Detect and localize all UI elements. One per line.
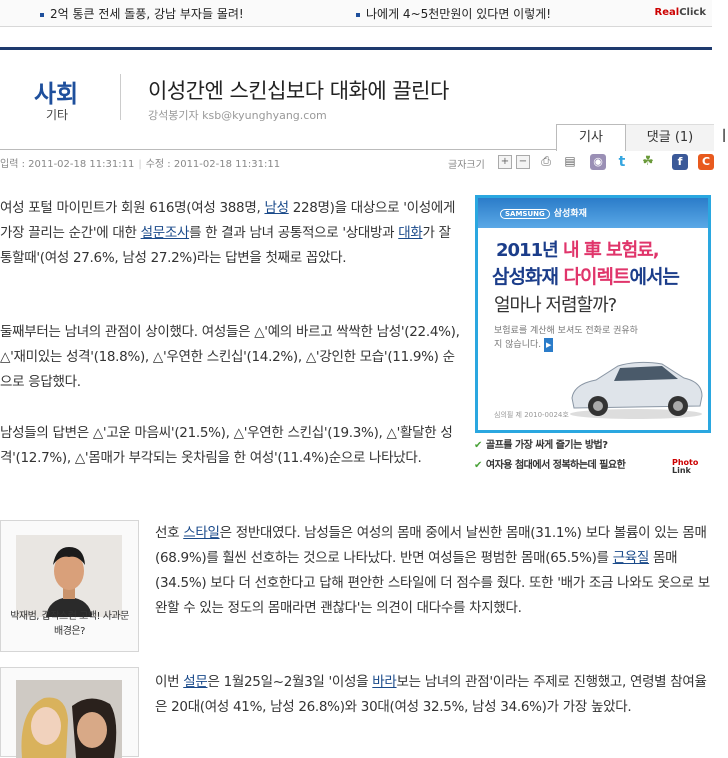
related-photo-2[interactable] xyxy=(0,667,139,758)
keyword-link-conversation[interactable]: 대화 xyxy=(398,225,423,241)
top-ad-link-2[interactable]: 나에게 4~5천만원이 있다면 이렇게! xyxy=(356,5,551,22)
twitter-icon[interactable]: t xyxy=(614,154,630,170)
yozm-icon[interactable]: ☘ xyxy=(640,154,656,170)
facebook-icon[interactable]: f xyxy=(672,154,688,170)
print-icon[interactable]: ⎙ xyxy=(540,155,552,167)
top-ad-strip: 2억 통큰 전세 돌풍, 강남 부자들 몰려! 나에게 4~5천만원이 있다면 … xyxy=(0,0,712,27)
byline: 강석봉기자 ksb@kyunghyang.com xyxy=(148,109,327,122)
section-subtitle[interactable]: 기타 xyxy=(46,106,68,123)
keyword-link-poll[interactable]: 설문 xyxy=(183,674,208,690)
ad-text-links: ✔ 골프를 가장 싸게 즐기는 방법? ✔ 여자용 첨대에서 정복하는데 필요한 xyxy=(474,439,626,479)
ad-link-golf[interactable]: ✔ 골프를 가장 싸게 즐기는 방법? xyxy=(474,439,625,459)
keyword-link-survey[interactable]: 설문조사 xyxy=(141,225,190,241)
realclick-logo[interactable]: RealClick xyxy=(655,7,706,18)
font-decrease-icon[interactable]: − xyxy=(516,155,530,169)
bullet-icon xyxy=(40,12,44,17)
keyword-link-muscle[interactable]: 근육질 xyxy=(613,550,650,566)
photo-caption[interactable]: 박재범, 갑작스런 고백! 사과문 배경은? xyxy=(5,609,134,639)
input-date: 입력 : 2011-02-18 11:31:11 xyxy=(0,159,135,170)
header-rule xyxy=(0,47,712,50)
arrow-icon: ▶ xyxy=(544,338,554,352)
keyword-link-look[interactable]: 바라 xyxy=(372,674,397,690)
header-divider xyxy=(120,74,121,120)
samsung-insurance-ad[interactable]: SAMSUNG 삼성화재 2011년 내 車 보험료, 삼성화재 다이렉트에서는 … xyxy=(475,195,711,433)
bullet-icon xyxy=(356,12,360,17)
paragraph-5: 이번 설문은 1월25일~2월3일 '이성을 바라보는 남녀의 관점'이라는 주… xyxy=(155,674,707,715)
tab-comments[interactable]: 댓글 (1) xyxy=(626,124,714,151)
paragraph-2: 둘째부터는 남녀의 관점이 상이했다. 여성들은 △'예의 바르고 싹싹한 남성… xyxy=(0,324,460,390)
section-title[interactable]: 사회 xyxy=(34,74,78,109)
paragraph-3: 남성들의 답변은 △'고운 마음씨'(21.5%), △'우연한 스킨십'(19… xyxy=(0,425,453,466)
tab-article[interactable]: 기사 xyxy=(556,124,626,151)
samsung-logo: SAMSUNG 삼성화재 xyxy=(500,206,591,219)
keyword-link-male[interactable]: 남성 xyxy=(264,200,289,216)
related-photo-1[interactable]: 박재범, 갑작스런 고백! 사과문 배경은? xyxy=(0,520,139,652)
check-icon: ✔ xyxy=(474,460,482,471)
text-cursor-icon: ꟾ xyxy=(722,130,727,146)
photo-thumbnail xyxy=(16,680,122,758)
keyword-link-style[interactable]: 스타일 xyxy=(183,525,220,541)
font-increase-icon[interactable]: + xyxy=(498,155,512,169)
car-image xyxy=(570,361,703,419)
check-icon: ✔ xyxy=(474,440,482,451)
paragraph-4: 선호 스타일은 정반대였다. 남성들은 여성의 몸매 중에서 날씬한 몸매(31… xyxy=(155,525,710,616)
cyworld-icon[interactable]: C xyxy=(698,154,714,170)
font-size-label: 글자크기 xyxy=(448,160,485,171)
paragraph-1: 여성 포털 마이민트가 회원 616명(여성 388명, 남성 228명)을 대… xyxy=(0,200,456,266)
scrap-icon[interactable]: ▤ xyxy=(564,155,576,167)
timestamps: 입력 : 2011-02-18 11:31:11 | 수정 : 2011-02-18… xyxy=(0,159,281,170)
ad-link-women[interactable]: ✔ 여자용 첨대에서 정복하는데 필요한 xyxy=(474,459,626,479)
photo-thumbnail xyxy=(16,535,122,617)
top-ad-link-1[interactable]: 2억 통큰 전세 돌풍, 강남 부자들 몰려! xyxy=(40,5,244,22)
me2day-icon[interactable]: ◉ xyxy=(590,154,606,170)
photolink-logo[interactable]: Photo Link xyxy=(672,459,698,475)
page-title: 이성간엔 스킨십보다 대화에 끌린다 xyxy=(148,79,449,103)
modified-date: 수정 : 2011-02-18 11:31:11 xyxy=(145,159,281,170)
